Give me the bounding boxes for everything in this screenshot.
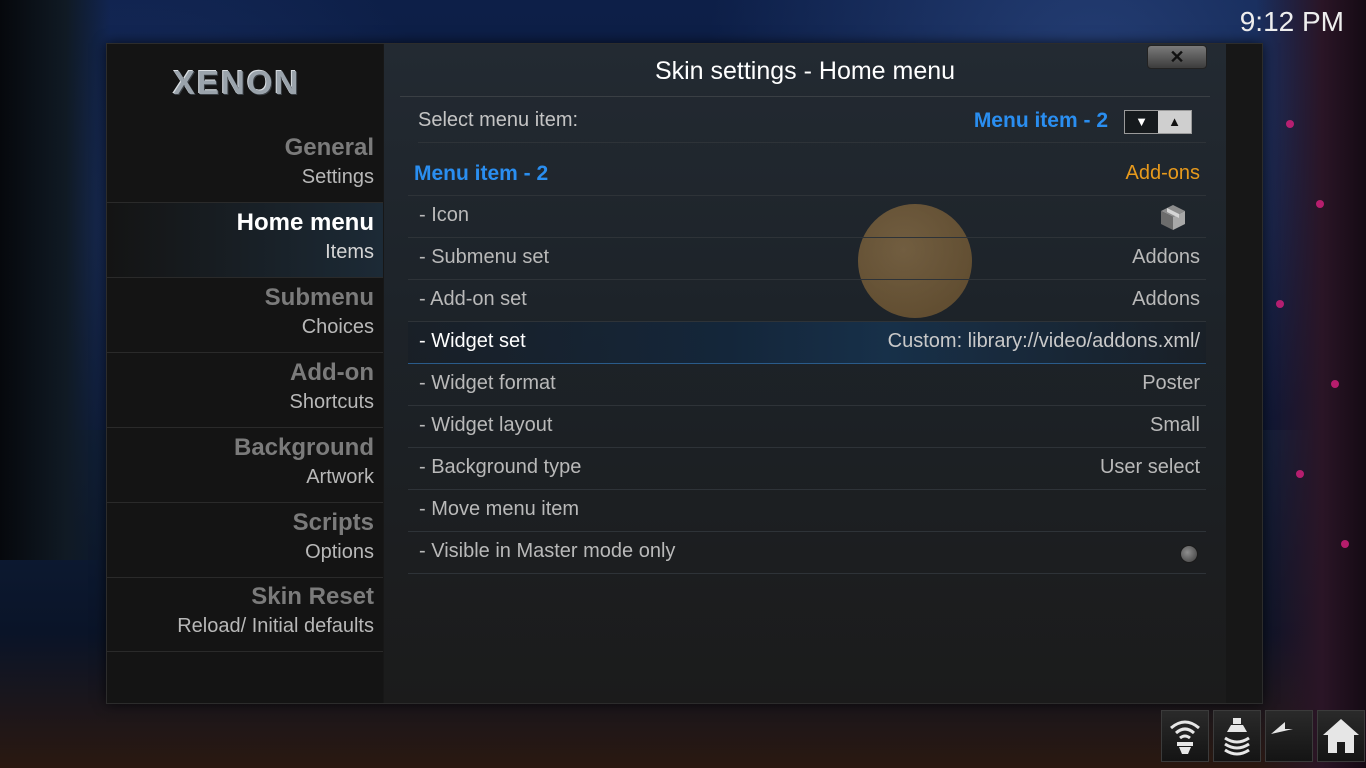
- sidebar-item-subtitle: Items: [325, 241, 374, 263]
- wifi-icon: [1170, 720, 1200, 754]
- sidebar-item-title: Skin Reset: [251, 583, 374, 610]
- back-button[interactable]: [1265, 710, 1313, 762]
- row-label: - Widget set: [419, 330, 526, 352]
- sidebar-item-subtitle: Artwork: [306, 466, 374, 488]
- back-icon: [1271, 722, 1293, 734]
- sidebar-item-title: Scripts: [292, 509, 374, 536]
- widget-set-row[interactable]: - Widget set Custom: library://video/add…: [408, 322, 1206, 364]
- row-label: - Widget layout: [419, 414, 553, 436]
- sidebar-item-title: General: [284, 134, 374, 161]
- row-value: User select: [1099, 456, 1200, 478]
- sidebar-item-title: Home menu: [236, 209, 374, 236]
- sidebar-item-submenu[interactable]: Submenu Choices: [107, 278, 383, 353]
- row-label: - Widget format: [419, 372, 556, 394]
- sidebar-item-title: Add-on: [290, 359, 374, 386]
- sidebar-item-skin-reset[interactable]: Skin Reset Reload/ Initial defaults: [107, 577, 383, 652]
- sidebar-item-home-menu[interactable]: Home menu Items: [107, 203, 383, 278]
- row-value: Addons: [1132, 288, 1200, 310]
- row-label: - Add-on set: [419, 288, 527, 310]
- selector-label: Select menu item:: [418, 109, 579, 131]
- row-value: Add-ons: [1125, 162, 1201, 184]
- icon-row[interactable]: - Icon: [408, 196, 1206, 238]
- row-label: Menu item - 2: [414, 162, 549, 185]
- sidebar: XENON General Settings Home menu Items S…: [107, 44, 383, 703]
- bottom-toolbar: [1161, 710, 1366, 768]
- sidebar-item-scripts[interactable]: Scripts Options: [107, 503, 383, 578]
- home-icon: [1323, 719, 1359, 753]
- row-label: - Background type: [419, 456, 582, 478]
- sidebar-item-title: Submenu: [264, 284, 374, 311]
- row-value: Custom: library://video/addons.xml/: [887, 330, 1200, 352]
- row-label: - Icon: [419, 204, 470, 226]
- radio-toggle[interactable]: [1180, 545, 1198, 563]
- sidebar-item-subtitle: Reload/ Initial defaults: [177, 615, 374, 637]
- row-value: Small: [1149, 414, 1200, 436]
- addon-box-icon: [1161, 205, 1185, 230]
- sidebar-item-general[interactable]: General Settings: [107, 128, 383, 203]
- selector-spinner: ▼ ▲: [1124, 110, 1192, 134]
- sidebar-item-title: Background: [233, 434, 374, 461]
- sidebar-item-subtitle: Choices: [301, 316, 374, 338]
- wifi-button[interactable]: [1161, 710, 1209, 762]
- eject-button[interactable]: [1213, 710, 1261, 762]
- spinner-down-button[interactable]: ▼: [1125, 111, 1158, 133]
- sidebar-item-background[interactable]: Background Artwork: [107, 428, 383, 503]
- menu-item-selector: Select menu item: Menu item - 2 ▼ ▲: [418, 102, 1206, 143]
- visible-master-mode-row[interactable]: - Visible in Master mode only: [408, 532, 1206, 574]
- background-flower-tree: [1256, 0, 1366, 768]
- background-palm: [0, 0, 110, 560]
- clock: 9:12 PM: [1239, 6, 1344, 37]
- row-label: - Move menu item: [419, 498, 580, 520]
- dialog-title: Skin settings - Home menu: [654, 57, 956, 85]
- sidebar-item-subtitle: Settings: [301, 166, 374, 188]
- move-menu-item-row[interactable]: - Move menu item: [408, 490, 1206, 532]
- submenu-set-row[interactable]: - Submenu set Addons: [408, 238, 1206, 280]
- skin-logo: XENON: [173, 64, 301, 101]
- settings-content: Skin settings - Home menu Select menu it…: [384, 44, 1226, 703]
- divider: [400, 96, 1210, 97]
- home-button[interactable]: [1317, 710, 1365, 762]
- sidebar-item-add-on[interactable]: Add-on Shortcuts: [107, 353, 383, 428]
- spinner-up-button[interactable]: ▲: [1158, 111, 1191, 133]
- widget-format-row[interactable]: - Widget format Poster: [408, 364, 1206, 406]
- background-type-row[interactable]: - Background type User select: [408, 448, 1206, 490]
- close-button[interactable]: ✕: [1147, 45, 1207, 69]
- row-label: - Submenu set: [419, 246, 550, 268]
- add-on-set-row[interactable]: - Add-on set Addons: [408, 280, 1206, 322]
- menu-item-header-row[interactable]: Menu item - 2 Add-ons: [408, 154, 1206, 196]
- widget-layout-row[interactable]: - Widget layout Small: [408, 406, 1206, 448]
- sidebar-item-subtitle: Options: [305, 541, 374, 563]
- row-value: Poster: [1142, 372, 1200, 394]
- row-value: Addons: [1132, 246, 1200, 268]
- eject-icon: [1224, 718, 1250, 756]
- row-label: - Visible in Master mode only: [419, 540, 676, 562]
- sidebar-item-subtitle: Shortcuts: [289, 391, 374, 413]
- selector-value[interactable]: Menu item - 2: [974, 109, 1108, 133]
- settings-dialog: XENON General Settings Home menu Items S…: [106, 43, 1263, 704]
